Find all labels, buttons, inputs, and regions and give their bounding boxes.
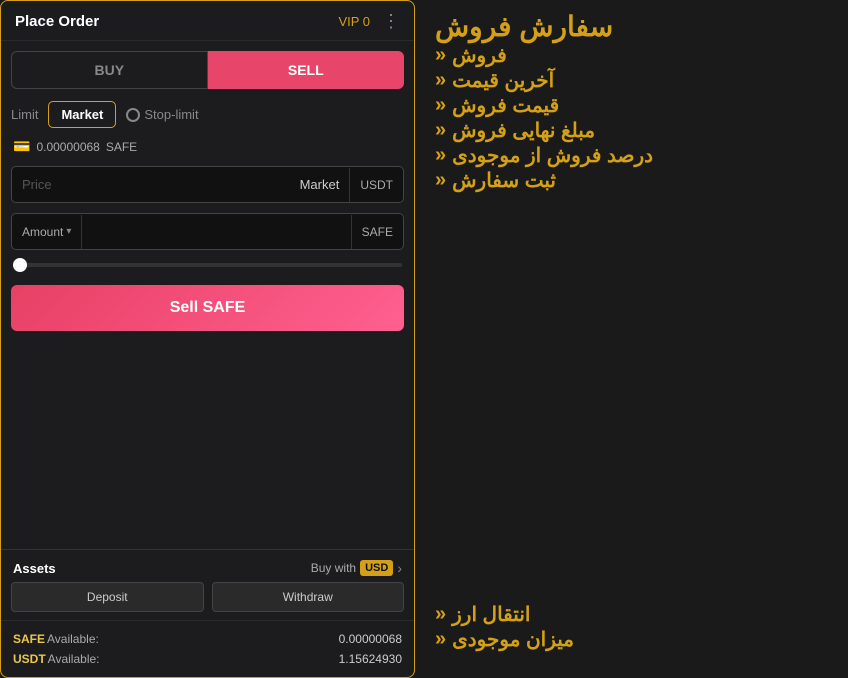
- amount-label-text: Amount: [22, 225, 63, 239]
- safe-token-label: SAFE: [13, 632, 45, 646]
- balance-amount: 0.00000068: [36, 140, 99, 154]
- deposit-withdraw-row: Deposit Withdraw: [1, 582, 414, 620]
- sell-percent-annotation-arrow: »: [435, 144, 446, 167]
- annotation-title-text: سفارش فروش: [435, 10, 613, 43]
- balance-annotation-arrow: »: [435, 628, 446, 651]
- balance-row: 💳 0.00000068 SAFE: [1, 132, 414, 161]
- usdt-balance-value: 1.15624930: [339, 652, 402, 666]
- main-container: Place Order VIP 0 ⋮ BUY SELL Limit Marke…: [0, 0, 848, 678]
- stop-limit-label[interactable]: Stop-limit: [144, 107, 198, 122]
- panel-header: Place Order VIP 0 ⋮: [1, 1, 414, 41]
- buy-tab[interactable]: BUY: [11, 51, 208, 89]
- price-currency: USDT: [349, 168, 403, 202]
- title-annotation: سفارش فروش: [435, 10, 838, 43]
- chevron-right-icon[interactable]: ›: [397, 560, 402, 576]
- usdt-available-label: Available:: [48, 652, 100, 666]
- sell-price-annotation: » قیمت فروش: [435, 93, 838, 118]
- amount-dropdown-icon[interactable]: ▾: [66, 226, 71, 237]
- sell-annotation-arrow: »: [435, 44, 446, 67]
- usdt-balance-line: USDT Available: 1.15624930: [13, 649, 402, 669]
- annotation-panel: سفارش فروش » فروش » آخرین قیمت » قیمت فر…: [415, 0, 848, 678]
- stop-limit-row[interactable]: Stop-limit: [126, 107, 198, 122]
- usdt-token-label: USDT: [13, 652, 46, 666]
- sell-percent-annotation: » درصد فروش از موجودی: [435, 143, 838, 168]
- transfer-annotation-arrow: »: [435, 603, 446, 626]
- balance-annotation: » میزان موجودی: [435, 627, 838, 652]
- buy-with-label: Buy with: [311, 561, 356, 575]
- market-label: Market: [290, 167, 350, 202]
- sell-safe-button[interactable]: Sell SAFE: [11, 285, 404, 331]
- more-icon[interactable]: ⋮: [382, 11, 400, 32]
- amount-label-group: Amount ▾: [12, 215, 82, 249]
- balance-info: SAFE Available: 0.00000068 USDT Availabl…: [1, 620, 414, 677]
- amount-input[interactable]: [82, 214, 350, 249]
- amount-input-row: Amount ▾ SAFE: [11, 213, 404, 250]
- last-price-annotation: » آخرین قیمت: [435, 68, 838, 93]
- sell-amount-annotation-text: مبلغ نهایی فروش: [452, 118, 595, 143]
- sell-annotation-text: فروش: [452, 43, 507, 68]
- buy-with-row: Buy with USD ›: [311, 560, 402, 576]
- balance-currency: SAFE: [106, 140, 137, 154]
- deposit-button[interactable]: Deposit: [11, 582, 204, 612]
- sell-price-annotation-arrow: »: [435, 94, 446, 117]
- order-type-row: Limit Market Stop-limit: [1, 97, 414, 132]
- card-icon: 💳: [13, 138, 30, 155]
- submit-annotation-arrow: »: [435, 169, 446, 192]
- panel-title: Place Order: [15, 13, 99, 30]
- safe-available-label: Available:: [47, 632, 99, 646]
- safe-balance-value: 0.00000068: [339, 632, 402, 646]
- transfer-annotation: » انتقال ارز: [435, 602, 838, 627]
- submit-annotation-text: ثبت سفارش: [452, 168, 556, 193]
- stop-limit-icon: [126, 108, 140, 122]
- submit-annotation: » ثبت سفارش: [435, 168, 838, 193]
- tab-row: BUY SELL: [1, 41, 414, 97]
- last-price-annotation-arrow: »: [435, 69, 446, 92]
- sell-percent-annotation-text: درصد فروش از موجودی: [452, 143, 653, 168]
- slider-thumb[interactable]: [13, 258, 27, 272]
- usd-badge[interactable]: USD: [360, 560, 393, 576]
- last-price-annotation-text: آخرین قیمت: [452, 68, 554, 93]
- sell-tab[interactable]: SELL: [208, 51, 405, 89]
- balance-annotation-text: میزان موجودی: [452, 627, 574, 652]
- assets-title: Assets: [13, 561, 56, 576]
- transfer-annotation-text: انتقال ارز: [452, 602, 530, 627]
- vip-badge: VIP 0: [338, 14, 370, 29]
- price-input[interactable]: [12, 167, 290, 202]
- sell-amount-annotation-arrow: »: [435, 119, 446, 142]
- amount-currency: SAFE: [351, 215, 403, 249]
- assets-section: Assets Buy with USD › Deposit Withdraw S…: [1, 549, 414, 677]
- price-input-row: Market USDT: [11, 166, 404, 203]
- slider-track[interactable]: [13, 263, 402, 267]
- sell-price-annotation-text: قیمت فروش: [452, 93, 559, 118]
- limit-label[interactable]: Limit: [11, 107, 38, 122]
- slider-row: [1, 255, 414, 275]
- sell-annotation: » فروش: [435, 43, 838, 68]
- market-button[interactable]: Market: [48, 101, 116, 128]
- safe-balance-line: SAFE Available: 0.00000068: [13, 629, 402, 649]
- withdraw-button[interactable]: Withdraw: [212, 582, 405, 612]
- place-order-panel: Place Order VIP 0 ⋮ BUY SELL Limit Marke…: [0, 0, 415, 678]
- assets-header: Assets Buy with USD ›: [1, 550, 414, 582]
- sell-amount-annotation: » مبلغ نهایی فروش: [435, 118, 838, 143]
